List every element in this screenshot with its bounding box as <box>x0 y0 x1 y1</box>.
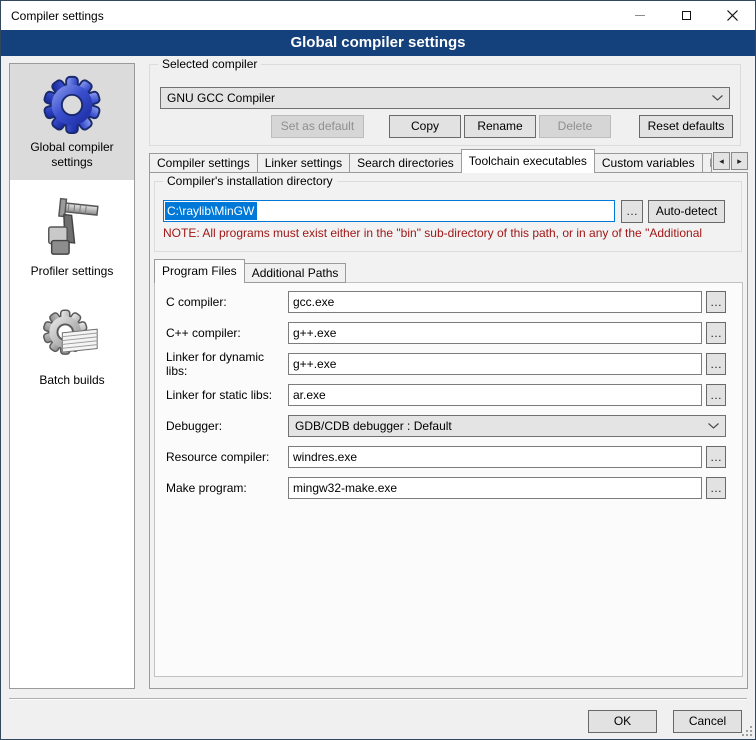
compiler-settings-window: Compiler settings Global compiler settin… <box>0 0 756 740</box>
compiler-select[interactable]: GNU GCC Compiler <box>160 87 730 109</box>
debugger-select-value: GDB/CDB debugger : Default <box>295 419 708 433</box>
tab-compiler-settings[interactable]: Compiler settings <box>149 153 258 173</box>
caliper-icon <box>41 194 103 260</box>
footer-divider <box>9 698 747 700</box>
tab-scroll-left-button[interactable]: ◂ <box>713 152 730 170</box>
resource-compiler-browse-button[interactable]: … <box>706 446 726 468</box>
dynamic-linker-input[interactable] <box>288 353 702 375</box>
sidebar-item-profiler-settings[interactable]: Profiler settings <box>10 180 134 289</box>
sidebar-item-label: Batch builds <box>13 373 131 388</box>
c-compiler-input[interactable] <box>288 291 702 313</box>
field-label: C++ compiler: <box>166 326 288 340</box>
ellipsis-icon: … <box>710 388 722 402</box>
installation-directory-group: Compiler's installation directory C:\ray… <box>154 181 742 252</box>
resize-grip-icon[interactable] <box>742 726 752 736</box>
field-label: C compiler: <box>166 295 288 309</box>
maximize-icon <box>682 11 691 20</box>
blue-gear-icon <box>41 72 103 136</box>
field-label: Linker for dynamic libs: <box>166 350 288 378</box>
sidebar-item-batch-builds[interactable]: Batch builds <box>10 289 134 398</box>
installation-note: NOTE: All programs must exist either in … <box>163 226 740 240</box>
cpp-compiler-browse-button[interactable]: … <box>706 322 726 344</box>
window-title: Compiler settings <box>1 9 104 23</box>
close-button[interactable] <box>709 1 755 30</box>
tab-custom-variables[interactable]: Custom variables <box>594 153 703 173</box>
set-as-default-button[interactable]: Set as default <box>271 115 364 138</box>
toolchain-row: C++ compiler: … <box>166 322 726 344</box>
settings-tabstrip: Compiler settings Linker settings Search… <box>149 149 748 173</box>
make-program-input[interactable] <box>288 477 702 499</box>
tab-additional-paths[interactable]: Additional Paths <box>244 263 347 283</box>
scroll-right-icon: ▸ <box>737 156 742 167</box>
minimize-icon <box>635 15 645 16</box>
install-dir-selected-text: C:\raylib\MinGW <box>165 202 257 220</box>
selected-compiler-group: Selected compiler GNU GCC Compiler Set a… <box>149 64 741 146</box>
compiler-actions: Set as default Copy Rename Delete Reset … <box>160 115 733 138</box>
toolchain-executables-page: Compiler's installation directory C:\ray… <box>149 172 748 689</box>
dynamic-linker-browse-button[interactable]: … <box>706 353 726 375</box>
group-label: Compiler's installation directory <box>163 174 337 189</box>
field-label: Linker for static libs: <box>166 388 288 402</box>
scroll-left-icon: ◂ <box>719 156 724 167</box>
copy-button[interactable]: Copy <box>389 115 461 138</box>
toolchain-row: Debugger: GDB/CDB debugger : Default <box>166 415 726 437</box>
static-linker-input[interactable] <box>288 384 702 406</box>
program-files-page: C compiler: … C++ compiler: … Linker for… <box>154 282 743 677</box>
ellipsis-icon: … <box>710 357 722 371</box>
ok-button[interactable]: OK <box>588 710 657 733</box>
tab-program-files[interactable]: Program Files <box>154 259 245 283</box>
ellipsis-icon: … <box>626 204 638 218</box>
tab-toolchain-executables[interactable]: Toolchain executables <box>461 149 595 173</box>
cpp-compiler-input[interactable] <box>288 322 702 344</box>
static-linker-browse-button[interactable]: … <box>706 384 726 406</box>
field-label: Debugger: <box>166 419 288 433</box>
ellipsis-icon: … <box>710 326 722 340</box>
tab-build-options[interactable]: Build options <box>702 153 712 173</box>
close-icon <box>727 10 738 21</box>
caption-buttons <box>617 1 755 30</box>
toolchain-row: Make program: … <box>166 477 726 499</box>
group-label: Selected compiler <box>158 57 261 72</box>
toolchain-row: Linker for dynamic libs: … <box>166 353 726 375</box>
compiler-select-value: GNU GCC Compiler <box>167 91 712 105</box>
tab-scroll-right-button[interactable]: ▸ <box>731 152 748 170</box>
auto-detect-button[interactable]: Auto-detect <box>648 200 725 223</box>
toolchain-row: Linker for static libs: … <box>166 384 726 406</box>
cancel-button[interactable]: Cancel <box>673 710 742 733</box>
ellipsis-icon: … <box>710 450 722 464</box>
sidebar-item-label: Global compiler settings <box>13 140 131 170</box>
debugger-select[interactable]: GDB/CDB debugger : Default <box>288 415 726 437</box>
install-dir-input[interactable]: C:\raylib\MinGW <box>163 200 615 222</box>
rename-button[interactable]: Rename <box>464 115 536 138</box>
toolchain-row: Resource compiler: … <box>166 446 726 468</box>
ellipsis-icon: … <box>710 481 722 495</box>
chevron-down-icon <box>712 95 723 101</box>
install-dir-browse-button[interactable]: … <box>621 200 643 223</box>
c-compiler-browse-button[interactable]: … <box>706 291 726 313</box>
sidebar-item-label: Profiler settings <box>13 264 131 279</box>
tab-linker-settings[interactable]: Linker settings <box>257 153 350 173</box>
paths-tabstrip: Program Files Additional Paths <box>154 259 346 283</box>
dialog-title-banner: Global compiler settings <box>1 30 755 56</box>
make-program-browse-button[interactable]: … <box>706 477 726 499</box>
reset-defaults-button[interactable]: Reset defaults <box>639 115 733 138</box>
tab-scroll-buttons: ◂ ▸ <box>712 152 748 170</box>
settings-category-list: Global compiler settings <box>9 63 135 689</box>
field-label: Make program: <box>166 481 288 495</box>
delete-button[interactable]: Delete <box>539 115 611 138</box>
titlebar: Compiler settings <box>1 1 755 30</box>
tab-search-directories[interactable]: Search directories <box>349 153 462 173</box>
chevron-down-icon <box>708 423 719 429</box>
maximize-button[interactable] <box>663 1 709 30</box>
minimize-button[interactable] <box>617 1 663 30</box>
toolchain-row: C compiler: … <box>166 291 726 313</box>
gear-stack-icon <box>41 305 103 369</box>
sidebar-item-global-compiler-settings[interactable]: Global compiler settings <box>10 64 134 180</box>
resource-compiler-input[interactable] <box>288 446 702 468</box>
installation-directory-row: C:\raylib\MinGW … Auto-detect <box>163 200 733 222</box>
ellipsis-icon: … <box>710 295 722 309</box>
field-label: Resource compiler: <box>166 450 288 464</box>
